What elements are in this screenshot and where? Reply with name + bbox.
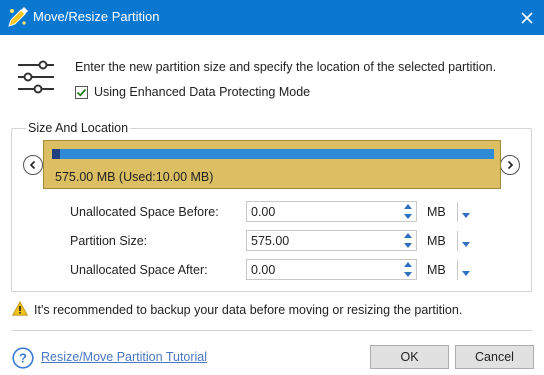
- window-title: Move/Resize Partition: [33, 9, 160, 24]
- spin-up-icon[interactable]: [400, 202, 416, 212]
- close-icon[interactable]: [510, 0, 544, 35]
- checkbox-label: Using Enhanced Data Protecting Mode: [94, 85, 311, 99]
- unallocated-after-label: Unallocated Space After:: [70, 263, 208, 277]
- svg-text:?: ?: [19, 351, 27, 366]
- unallocated-before-spinbox[interactable]: [246, 201, 417, 222]
- unallocated-before-input[interactable]: [247, 202, 399, 221]
- chevron-right-icon: [507, 160, 514, 170]
- move-right-button[interactable]: [500, 155, 520, 175]
- partition-size-input[interactable]: [247, 231, 399, 250]
- divider: [12, 330, 532, 331]
- partition-wizard-icon: [7, 6, 29, 28]
- spin-up-icon[interactable]: [400, 260, 416, 270]
- ok-button[interactable]: OK: [370, 345, 449, 369]
- cancel-button[interactable]: Cancel: [455, 345, 534, 369]
- group-legend: Size And Location: [26, 121, 131, 135]
- tutorial-link[interactable]: Resize/Move Partition Tutorial: [41, 350, 207, 364]
- partition-size-bar[interactable]: [52, 149, 494, 159]
- help-icon[interactable]: ?: [12, 347, 34, 369]
- unit-dropdown-icon[interactable]: [461, 208, 471, 218]
- unit-separator: [457, 260, 458, 280]
- unit-dropdown-icon[interactable]: [461, 237, 471, 247]
- checkbox-box[interactable]: [75, 85, 88, 99]
- spin-down-icon[interactable]: [400, 241, 416, 251]
- unit-dropdown-icon[interactable]: [461, 266, 471, 276]
- spin-down-icon[interactable]: [400, 270, 416, 280]
- chevron-left-icon: [29, 160, 36, 170]
- unit-label: MB: [427, 263, 446, 277]
- warning-message: It's recommended to backup your data bef…: [11, 300, 463, 319]
- intro-text: Enter the new partition size and specify…: [75, 60, 497, 74]
- enhanced-protection-checkbox[interactable]: Using Enhanced Data Protecting Mode: [75, 85, 310, 99]
- partition-size-label: 575.00 MB (Used:10.00 MB): [55, 170, 214, 184]
- move-left-button[interactable]: [23, 155, 43, 175]
- warning-icon: [11, 300, 29, 319]
- spin-up-icon[interactable]: [400, 231, 416, 241]
- partition-size-spinbox[interactable]: [246, 230, 417, 251]
- checkmark-icon: [76, 88, 87, 97]
- warning-text: It's recommended to backup your data bef…: [34, 303, 463, 317]
- spin-down-icon[interactable]: [400, 212, 416, 222]
- unallocated-before-label: Unallocated Space Before:: [70, 205, 219, 219]
- partition-used-segment: [52, 149, 60, 159]
- unit-label: MB: [427, 234, 446, 248]
- unit-separator: [457, 231, 458, 251]
- title-bar: Move/Resize Partition: [0, 0, 544, 35]
- sliders-icon: [16, 57, 56, 97]
- partition-block[interactable]: 575.00 MB (Used:10.00 MB): [43, 140, 501, 189]
- unallocated-after-spinbox[interactable]: [246, 259, 417, 280]
- unit-label: MB: [427, 205, 446, 219]
- partition-size-field-label: Partition Size:: [70, 234, 148, 248]
- unit-separator: [457, 202, 458, 222]
- unallocated-after-input[interactable]: [247, 260, 399, 279]
